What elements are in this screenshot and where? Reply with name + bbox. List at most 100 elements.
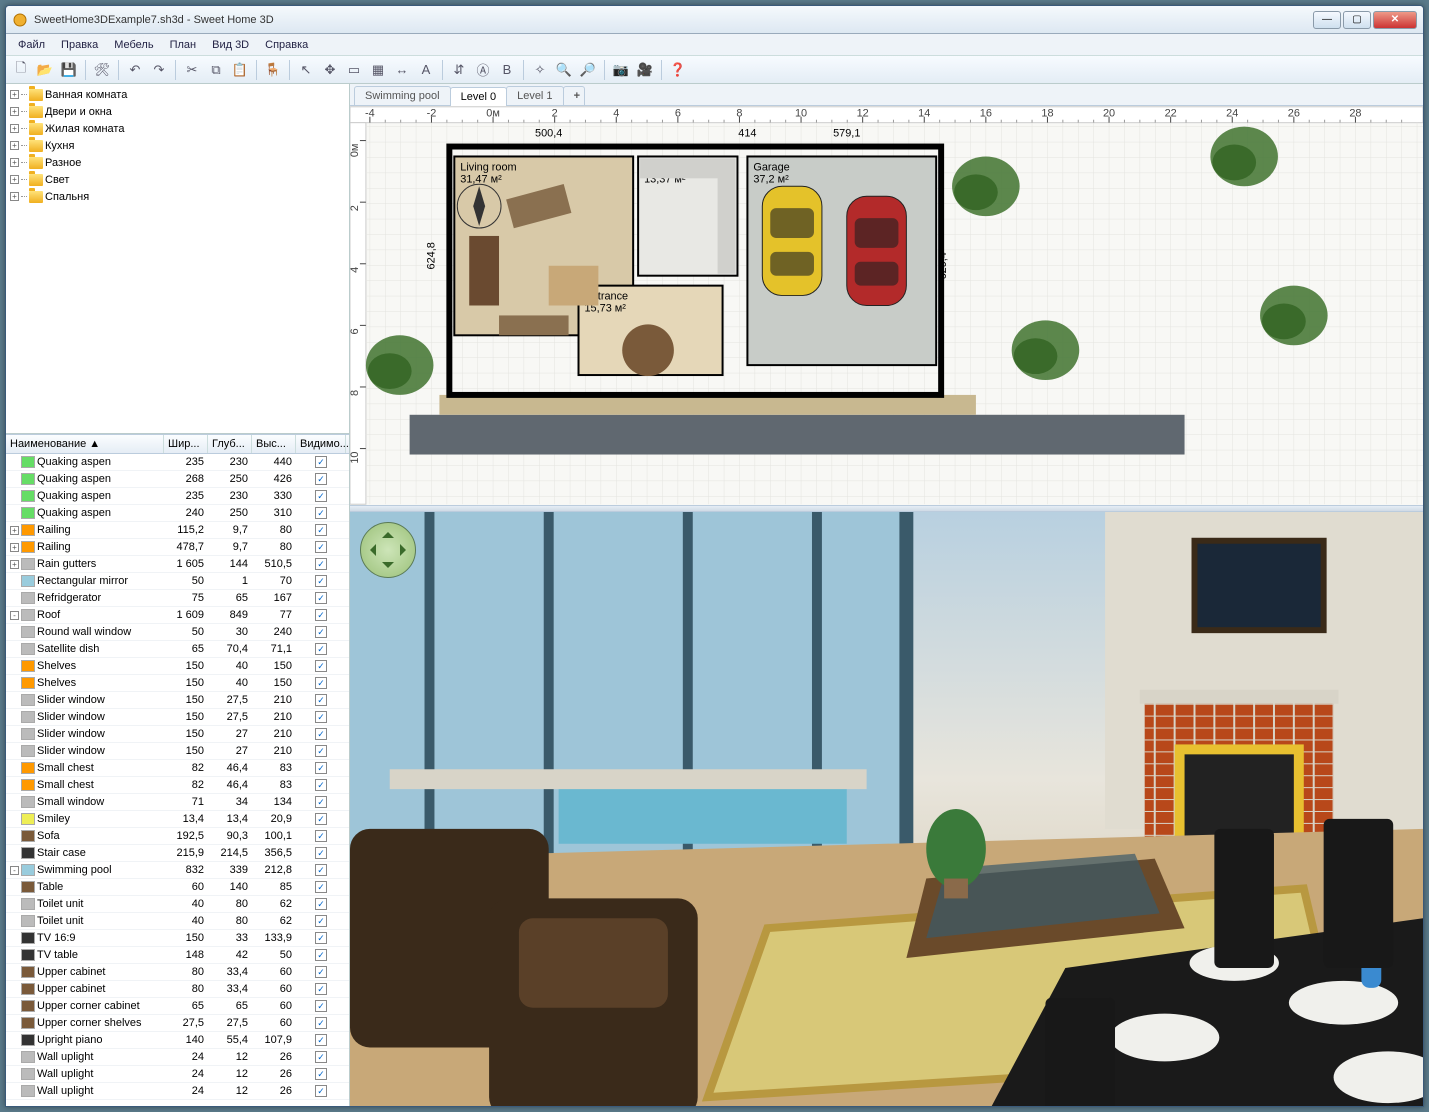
- visible-checkbox[interactable]: ✓: [315, 694, 327, 706]
- table-row[interactable]: Small window7134134✓: [6, 794, 349, 811]
- menu-справка[interactable]: Справка: [257, 37, 316, 53]
- visible-checkbox[interactable]: ✓: [315, 609, 327, 621]
- visible-checkbox[interactable]: ✓: [315, 1051, 327, 1063]
- menu-правка[interactable]: Правка: [53, 37, 106, 53]
- visible-checkbox[interactable]: ✓: [315, 558, 327, 570]
- wall-icon[interactable]: ▭: [343, 59, 365, 81]
- add-level-button[interactable]: +: [563, 86, 585, 105]
- table-row[interactable]: Stair case215,9214,5356,5✓: [6, 845, 349, 862]
- visible-checkbox[interactable]: ✓: [315, 762, 327, 774]
- visible-checkbox[interactable]: ✓: [315, 932, 327, 944]
- table-row[interactable]: +Rain gutters1 605144510,5✓: [6, 556, 349, 573]
- plan-tab[interactable]: Swimming pool: [354, 86, 451, 105]
- visible-checkbox[interactable]: ✓: [315, 456, 327, 468]
- preferences-icon[interactable]: 🛠: [91, 59, 113, 81]
- room-icon[interactable]: ▦: [367, 59, 389, 81]
- visible-checkbox[interactable]: ✓: [315, 575, 327, 587]
- visible-checkbox[interactable]: ✓: [315, 711, 327, 723]
- visible-checkbox[interactable]: ✓: [315, 830, 327, 842]
- video-icon[interactable]: 🎥: [634, 59, 656, 81]
- table-row[interactable]: TV table1484250✓: [6, 947, 349, 964]
- visible-checkbox[interactable]: ✓: [315, 745, 327, 757]
- menu-план[interactable]: План: [162, 37, 205, 53]
- table-row[interactable]: +Railing115,29,780✓: [6, 522, 349, 539]
- furniture-table[interactable]: Quaking aspen235230440✓Quaking aspen2682…: [6, 454, 349, 1106]
- table-row[interactable]: Slider window15027210✓: [6, 726, 349, 743]
- table-row[interactable]: -Swimming pool832339212,8✓: [6, 862, 349, 879]
- help-icon[interactable]: ❓: [667, 59, 689, 81]
- table-row[interactable]: Quaking aspen235230330✓: [6, 488, 349, 505]
- new-file-icon[interactable]: 🗋: [10, 59, 32, 81]
- minimize-button[interactable]: —: [1313, 11, 1341, 29]
- visible-checkbox[interactable]: ✓: [315, 983, 327, 995]
- tree-item[interactable]: +Жилая комната: [8, 120, 347, 137]
- table-row[interactable]: Satellite dish6570,471,1✓: [6, 641, 349, 658]
- zoom-out-icon[interactable]: 🔍: [553, 59, 575, 81]
- copy-icon[interactable]: ⧉: [205, 59, 227, 81]
- table-row[interactable]: Rectangular mirror50170✓: [6, 573, 349, 590]
- visible-checkbox[interactable]: ✓: [315, 728, 327, 740]
- expand-icon[interactable]: +: [10, 175, 19, 184]
- table-row[interactable]: Quaking aspen240250310✓: [6, 505, 349, 522]
- visible-checkbox[interactable]: ✓: [315, 1000, 327, 1012]
- table-row[interactable]: Table6014085✓: [6, 879, 349, 896]
- table-row[interactable]: Shelves15040150✓: [6, 658, 349, 675]
- table-row[interactable]: Wall uplight241226✓: [6, 1049, 349, 1066]
- add-furniture-icon[interactable]: 🪑: [262, 59, 284, 81]
- visible-checkbox[interactable]: ✓: [315, 949, 327, 961]
- dimension-icon[interactable]: ↔: [391, 59, 413, 81]
- visible-checkbox[interactable]: ✓: [315, 1068, 327, 1080]
- expand-icon[interactable]: +: [10, 141, 19, 150]
- visible-checkbox[interactable]: ✓: [315, 507, 327, 519]
- table-row[interactable]: TV 16:915033133,9✓: [6, 930, 349, 947]
- expand-icon[interactable]: +: [10, 158, 19, 167]
- visible-checkbox[interactable]: ✓: [315, 490, 327, 502]
- row-expand-icon[interactable]: +: [10, 560, 19, 569]
- cut-icon[interactable]: ✂: [181, 59, 203, 81]
- col-width[interactable]: Шир...: [164, 435, 208, 453]
- menu-мебель[interactable]: Мебель: [106, 37, 161, 53]
- view-3d[interactable]: [350, 512, 1423, 1106]
- maximize-button[interactable]: ▢: [1343, 11, 1371, 29]
- visible-checkbox[interactable]: ✓: [315, 626, 327, 638]
- tree-item[interactable]: +Двери и окна: [8, 103, 347, 120]
- table-row[interactable]: Slider window15027,5210✓: [6, 709, 349, 726]
- menu-вид 3d[interactable]: Вид 3D: [204, 37, 257, 53]
- tree-item[interactable]: +Разное: [8, 154, 347, 171]
- zoom-in-icon[interactable]: 🔎: [577, 59, 599, 81]
- visible-checkbox[interactable]: ✓: [315, 541, 327, 553]
- menu-файл[interactable]: Файл: [10, 37, 53, 53]
- table-row[interactable]: Refridgerator7565167✓: [6, 590, 349, 607]
- table-row[interactable]: +Railing478,79,780✓: [6, 539, 349, 556]
- undo-icon[interactable]: ↶: [124, 59, 146, 81]
- table-row[interactable]: Upper corner cabinet656560✓: [6, 998, 349, 1015]
- col-visible[interactable]: Видимо...: [296, 435, 346, 453]
- redo-icon[interactable]: ↷: [148, 59, 170, 81]
- table-row[interactable]: Small chest8246,483✓: [6, 777, 349, 794]
- compass-icon[interactable]: ✧: [529, 59, 551, 81]
- table-row[interactable]: Quaking aspen268250426✓: [6, 471, 349, 488]
- visible-checkbox[interactable]: ✓: [315, 864, 327, 876]
- table-row[interactable]: Upper cabinet8033,460✓: [6, 964, 349, 981]
- table-row[interactable]: Upper corner shelves27,527,560✓: [6, 1015, 349, 1032]
- row-expand-icon[interactable]: +: [10, 526, 19, 535]
- table-row[interactable]: Slider window15027,5210✓: [6, 692, 349, 709]
- 3d-nav-widget[interactable]: [360, 522, 416, 578]
- table-row[interactable]: Shelves15040150✓: [6, 675, 349, 692]
- bold-icon[interactable]: B: [496, 59, 518, 81]
- visible-checkbox[interactable]: ✓: [315, 915, 327, 927]
- visible-checkbox[interactable]: ✓: [315, 592, 327, 604]
- pan-icon[interactable]: ✥: [319, 59, 341, 81]
- tree-item[interactable]: +Спальня: [8, 188, 347, 205]
- table-row[interactable]: Upper cabinet8033,460✓: [6, 981, 349, 998]
- col-name[interactable]: Наименование ▲: [6, 435, 164, 453]
- text-icon[interactable]: A: [415, 59, 437, 81]
- tree-item[interactable]: +Кухня: [8, 137, 347, 154]
- visible-checkbox[interactable]: ✓: [315, 1017, 327, 1029]
- text-label-icon[interactable]: Ⓐ: [472, 59, 494, 81]
- tree-item[interactable]: +Свет: [8, 171, 347, 188]
- visible-checkbox[interactable]: ✓: [315, 643, 327, 655]
- table-row[interactable]: Smiley13,413,420,9✓: [6, 811, 349, 828]
- table-row[interactable]: Small chest8246,483✓: [6, 760, 349, 777]
- visible-checkbox[interactable]: ✓: [315, 524, 327, 536]
